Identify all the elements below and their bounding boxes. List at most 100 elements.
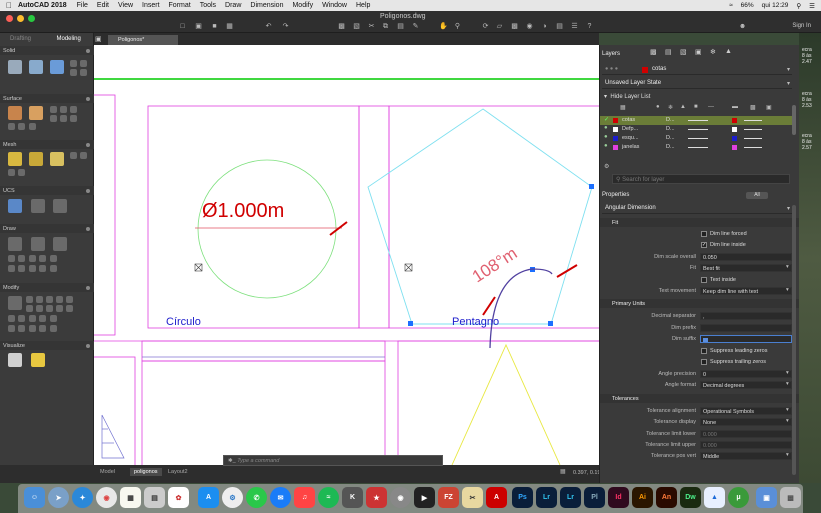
angle-format-dropdown[interactable]: Decimal degrees: [700, 381, 792, 389]
workspace-icon[interactable]: ▩: [510, 23, 519, 30]
modify-sm-3-icon[interactable]: [46, 296, 53, 303]
lower-band[interactable]: [141, 340, 386, 362]
mesh-box-icon[interactable]: [8, 152, 22, 166]
section-options-icon[interactable]: [86, 142, 90, 147]
tab-drafting[interactable]: Drafting: [0, 33, 47, 46]
section-options-icon[interactable]: [86, 285, 90, 290]
safari-icon[interactable]: ✦: [72, 487, 93, 508]
lock-column-icon[interactable]: ▲: [680, 104, 686, 110]
pentagon-shape[interactable]: [367, 108, 593, 325]
downloads-folder-icon[interactable]: ▣: [756, 487, 777, 508]
tolerance-upper-field[interactable]: 0.000: [700, 441, 792, 449]
layer-search-input[interactable]: ⚲ Search for layer: [612, 174, 790, 184]
box-tool-icon[interactable]: [8, 60, 22, 74]
drawing-canvas[interactable]: Ø1.000m 108°m Círculo Pentagno: [94, 45, 599, 465]
new-tab-icon[interactable]: ▣: [95, 35, 102, 43]
extrude-tool-icon[interactable]: [29, 60, 43, 74]
whatsapp-icon[interactable]: ✆: [246, 487, 267, 508]
search-icon[interactable]: ⚲: [796, 2, 801, 10]
battery-percent[interactable]: 66%: [741, 2, 754, 9]
indesign-icon[interactable]: Id: [608, 487, 629, 508]
modify-sm-19-icon[interactable]: [39, 325, 46, 332]
draw-sm-6-icon[interactable]: [8, 265, 15, 272]
section-options-icon[interactable]: [86, 188, 90, 193]
section-title[interactable]: Draw: [3, 226, 16, 232]
surface-sm-5-icon[interactable]: [60, 115, 67, 122]
match-properties-icon[interactable]: ✎: [411, 23, 420, 30]
undo-icon[interactable]: ↶: [264, 23, 273, 30]
solid-sm-3-icon[interactable]: [70, 69, 77, 76]
modify-sm-4-icon[interactable]: [56, 296, 63, 303]
angle-arc[interactable]: [489, 268, 553, 349]
calendar-icon[interactable]: ▦: [120, 487, 141, 508]
primary-units-section-header[interactable]: Primary Units: [600, 299, 800, 308]
minimize-window-button[interactable]: [17, 15, 24, 22]
layer-freeze-icon[interactable]: ❄: [710, 48, 716, 56]
layer-row[interactable]: ✓ cotas D...: [600, 116, 792, 125]
itunes-icon[interactable]: ♫: [294, 487, 315, 508]
fit-dropdown[interactable]: Best fit: [700, 264, 792, 272]
settings-gear-icon[interactable]: ⚙: [604, 164, 609, 170]
zoom-window-button[interactable]: [28, 15, 35, 22]
mesh-sm-3-icon[interactable]: [8, 169, 15, 176]
publish-icon[interactable]: ▧: [352, 23, 361, 30]
modify-sm-14-icon[interactable]: [39, 315, 46, 322]
light-bulb-icon[interactable]: [31, 353, 45, 367]
diameter-tick[interactable]: [329, 221, 348, 236]
spotify-icon[interactable]: ≈: [318, 487, 339, 508]
messenger-icon[interactable]: ✉: [270, 487, 291, 508]
new-vp-column-icon[interactable]: ▣: [766, 104, 772, 111]
surface-network-icon[interactable]: [8, 106, 22, 120]
grip-2[interactable]: [408, 321, 413, 326]
suppress-trailing-checkbox[interactable]: [701, 359, 707, 365]
save-icon[interactable]: ■: [210, 23, 219, 30]
section-options-icon[interactable]: [86, 343, 90, 348]
dim-scale-field[interactable]: 0.050: [700, 253, 792, 261]
tab-layout2[interactable]: Layout2: [168, 469, 188, 475]
menu-format[interactable]: Format: [169, 2, 191, 9]
menu-file[interactable]: File: [77, 2, 88, 9]
view-cube-icon[interactable]: ▱: [495, 23, 504, 30]
modify-sm-2-icon[interactable]: [36, 296, 43, 303]
draw-sm-10-icon[interactable]: [50, 265, 57, 272]
modify-sm-10-icon[interactable]: [66, 305, 73, 312]
copy-icon[interactable]: ⧉: [381, 23, 390, 30]
menu-extras-icon[interactable]: ☰: [809, 2, 815, 10]
draw-sm-4-icon[interactable]: [39, 255, 46, 262]
section-title[interactable]: Visualize: [3, 343, 25, 349]
app-menu[interactable]: AutoCAD 2018: [18, 2, 67, 9]
layer-row[interactable]: ● Defp... D...: [600, 125, 792, 134]
layer-state-dropdown[interactable]: Unsaved Layer State ▾: [602, 80, 792, 89]
command-line-input[interactable]: ✱_ Type a command: [223, 455, 443, 466]
user-icon[interactable]: ☻: [738, 23, 747, 30]
modify-sm-13-icon[interactable]: [29, 315, 36, 322]
angle-tick-1[interactable]: [556, 264, 578, 278]
layers-scrollbar[interactable]: [792, 105, 796, 135]
final-cut-icon[interactable]: ▶: [414, 487, 435, 508]
blue-triangle[interactable]: [101, 414, 125, 459]
draw-sm-7-icon[interactable]: [18, 265, 25, 272]
properties-all-toggle[interactable]: All: [746, 192, 768, 199]
game-icon[interactable]: ★: [366, 487, 387, 508]
section-title[interactable]: Modify: [3, 285, 19, 291]
plot-icon[interactable]: ▩: [337, 23, 346, 30]
surface-sm-8-icon[interactable]: [18, 123, 25, 130]
section-title[interactable]: Surface: [3, 96, 22, 102]
properties-scrollbar[interactable]: [792, 205, 796, 475]
on-column-icon[interactable]: ●: [656, 104, 660, 110]
pan-icon[interactable]: ✋: [439, 23, 448, 30]
menu-edit[interactable]: Edit: [97, 2, 109, 9]
draw-sm-2-icon[interactable]: [18, 255, 25, 262]
launchpad-icon[interactable]: ➤: [48, 487, 69, 508]
surface-sm-1-icon[interactable]: [50, 106, 57, 113]
solid-sm-4-icon[interactable]: [80, 69, 87, 76]
open-file-icon[interactable]: ▣: [194, 23, 203, 30]
surface-sm-4-icon[interactable]: [50, 115, 57, 122]
circle-tool-icon[interactable]: [31, 237, 45, 251]
finder-icon[interactable]: ☺: [24, 487, 45, 508]
desktop-file-label[interactable]: 2.47: [802, 59, 812, 65]
help-icon[interactable]: ?: [585, 23, 594, 30]
ucs-world-icon[interactable]: [8, 199, 22, 213]
ucs-origin-icon[interactable]: [31, 199, 45, 213]
layer-row[interactable]: ● janelas D...: [600, 143, 792, 152]
